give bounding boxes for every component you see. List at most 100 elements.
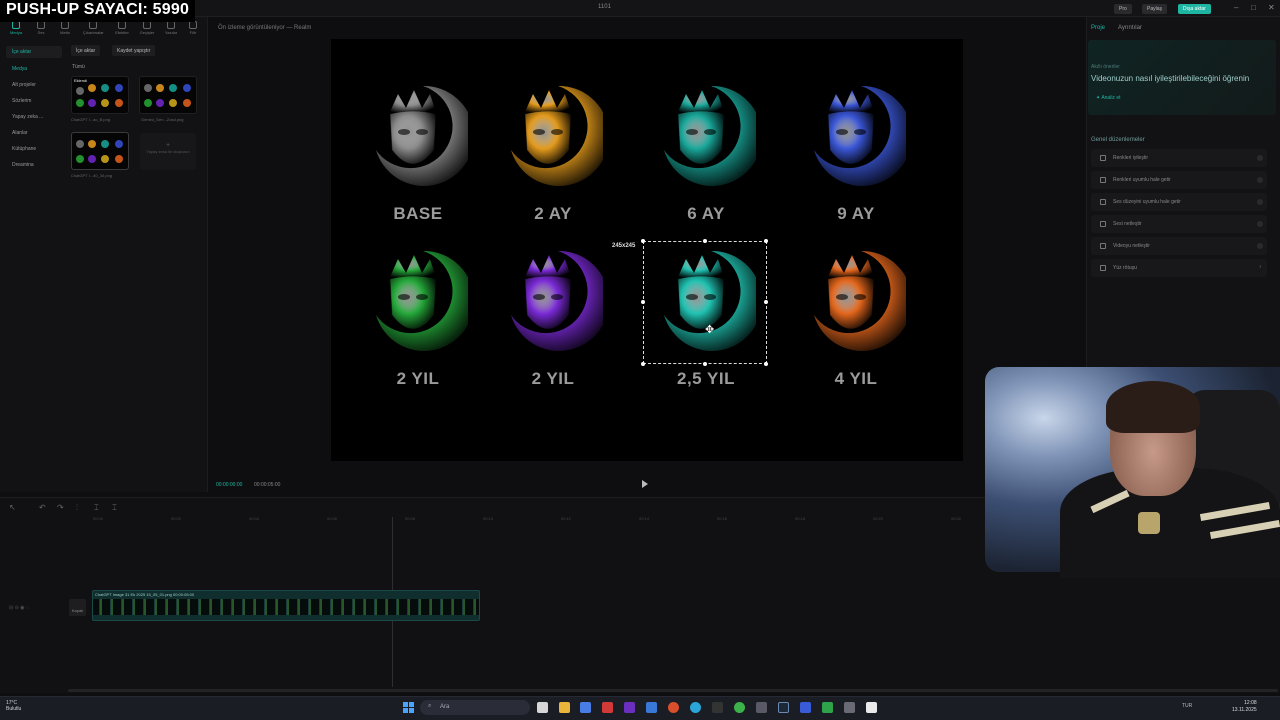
toggle-icon[interactable] (1257, 243, 1263, 249)
total-time: 00:00:05:00 (254, 482, 281, 488)
nav-spaces[interactable]: Alanlar (6, 127, 62, 139)
sharpen-video-row[interactable]: Videoyu netleştir (1091, 237, 1267, 255)
app-icon[interactable] (844, 702, 855, 713)
play-icon[interactable] (642, 480, 648, 488)
toggle-icon[interactable] (1257, 155, 1263, 161)
record-button[interactable]: Kaydet yapıştır (112, 45, 156, 56)
app-icon[interactable] (602, 702, 613, 713)
normalize-audio-row[interactable]: Ses düzeyini uyumlu hale getir (1091, 193, 1267, 211)
resize-handle[interactable] (703, 239, 707, 243)
tab-details[interactable]: Ayrıntılar (1118, 25, 1142, 31)
system-clock[interactable]: 12:08 13.11.2025 (1232, 700, 1257, 714)
resize-handle[interactable] (641, 362, 645, 366)
ai-generate-label: Yapay zeka ile oluşturun (146, 149, 190, 154)
audio-icon (37, 21, 45, 29)
nav-ai-generation[interactable]: Yapay zeka ... (6, 111, 62, 123)
emblem-icon[interactable] (656, 80, 762, 190)
start-icon[interactable] (403, 702, 414, 713)
analyze-button[interactable]: ✦ Analiz et (1096, 95, 1121, 101)
match-colors-row[interactable]: Renkleri uyumlu hale getir (1091, 171, 1267, 189)
app-icon[interactable] (624, 702, 635, 713)
tool-filters[interactable]: Filtr (183, 21, 203, 35)
tool-effects[interactable]: Efektler (112, 21, 132, 35)
store-icon[interactable] (580, 702, 591, 713)
analyze-label: Analiz et (1101, 95, 1121, 101)
select-tool-icon[interactable]: ↖ (9, 503, 16, 512)
cover-button[interactable]: Kapak (69, 599, 86, 616)
nav-collection[interactable]: Kütüphane (6, 143, 62, 155)
app-icon[interactable] (712, 702, 723, 713)
nav-import[interactable]: İçe aktar (6, 46, 62, 58)
tool-captions[interactable]: Yazılar (161, 21, 181, 35)
nav-subprojects[interactable]: Alt projeler (6, 79, 62, 91)
toggle-icon[interactable] (1257, 221, 1263, 227)
sticker-icon (89, 21, 97, 29)
weather-widget[interactable]: 17°C Bulutlu (6, 700, 21, 712)
close-icon[interactable]: ✕ (1268, 3, 1275, 12)
import-button[interactable]: İçe aktar (71, 45, 101, 56)
task-view-icon[interactable] (537, 702, 548, 713)
media-thumb-3[interactable] (71, 132, 129, 170)
tool-audio[interactable]: Ses (31, 21, 51, 35)
taskbar-search[interactable]: ⌕ Ara (420, 700, 530, 715)
timeline-scrollbar[interactable] (68, 689, 1278, 692)
language-indicator[interactable]: TUR (1182, 703, 1192, 709)
tool-transitions[interactable]: Geçişler (137, 21, 157, 35)
app-icon[interactable] (646, 702, 657, 713)
file-explorer-icon[interactable] (559, 702, 570, 713)
pro-button[interactable]: Pro (1114, 4, 1132, 14)
emblem-icon[interactable] (806, 245, 912, 355)
app-icon[interactable] (756, 702, 767, 713)
tab-project[interactable]: Proje (1091, 25, 1105, 31)
emblem-icon[interactable] (806, 80, 912, 190)
tool-text[interactable]: Metin (55, 21, 75, 35)
tool-label: Yazılar (164, 30, 178, 35)
ruler-tick: 00:00 (93, 516, 104, 521)
toggle-icon[interactable] (1257, 199, 1263, 205)
resize-handle[interactable] (703, 362, 707, 366)
redo-icon[interactable]: ↷ (57, 503, 64, 512)
media-thumb-2[interactable] (139, 76, 197, 114)
toggle-icon[interactable] (1257, 177, 1263, 183)
track-controls-icon[interactable]: ⊟ ⊝ ◉ ◌ (9, 605, 29, 611)
resize-handle[interactable] (764, 239, 768, 243)
chrome-icon[interactable] (668, 702, 679, 713)
steam-icon[interactable] (778, 702, 789, 713)
nav-media[interactable]: Medya (6, 63, 62, 75)
edge-icon[interactable] (690, 702, 701, 713)
resize-handle[interactable] (641, 239, 645, 243)
row-label: Sesi netleştir (1113, 221, 1142, 227)
export-button[interactable]: Dışa aktar (1178, 4, 1211, 14)
capcut-icon[interactable] (866, 702, 877, 713)
app-icon[interactable] (822, 702, 833, 713)
split-icon[interactable]: ⫶ (76, 503, 78, 513)
minimize-icon[interactable]: – (1234, 3, 1238, 12)
resize-handle[interactable] (764, 362, 768, 366)
face-retouch-row[interactable]: Yüz rötuşu › (1091, 259, 1267, 277)
emblem-icon[interactable] (503, 80, 609, 190)
selection-box[interactable] (643, 241, 767, 364)
enhance-voice-row[interactable]: Sesi netleştir (1091, 215, 1267, 233)
resize-handle[interactable] (764, 300, 768, 304)
emblem-icon[interactable] (503, 245, 609, 355)
nav-dreamina[interactable]: Dreamina (6, 159, 62, 171)
app-icon[interactable] (800, 702, 811, 713)
split-left-icon[interactable]: ⌶ (94, 503, 99, 513)
tool-stickers[interactable]: Çıkartmalar (83, 21, 104, 35)
undo-icon[interactable]: ↶ (39, 503, 46, 512)
share-button[interactable]: Paylaş (1142, 4, 1168, 14)
emblem-icon[interactable] (368, 245, 474, 355)
maximize-icon[interactable]: □ (1251, 3, 1256, 12)
resize-handle[interactable] (641, 300, 645, 304)
tool-media[interactable]: Medya (6, 21, 26, 35)
app-icon[interactable] (734, 702, 745, 713)
media-thumb-1[interactable]: Eklendi (71, 76, 129, 114)
nav-library[interactable]: Sözlerim (6, 95, 62, 107)
pushup-counter-overlay: PUSH-UP SAYACI: 5990 (0, 0, 196, 22)
emblem-label: 2,5 YIL (677, 369, 735, 388)
volume-icon (1100, 199, 1106, 205)
split-right-icon[interactable]: ⌶ (112, 503, 117, 513)
emblem-icon[interactable] (368, 80, 474, 190)
ai-generate-tile[interactable]: + Yapay zeka ile oluşturun (140, 133, 196, 170)
enhance-colors-row[interactable]: Renkleri iyileştir (1091, 149, 1267, 167)
